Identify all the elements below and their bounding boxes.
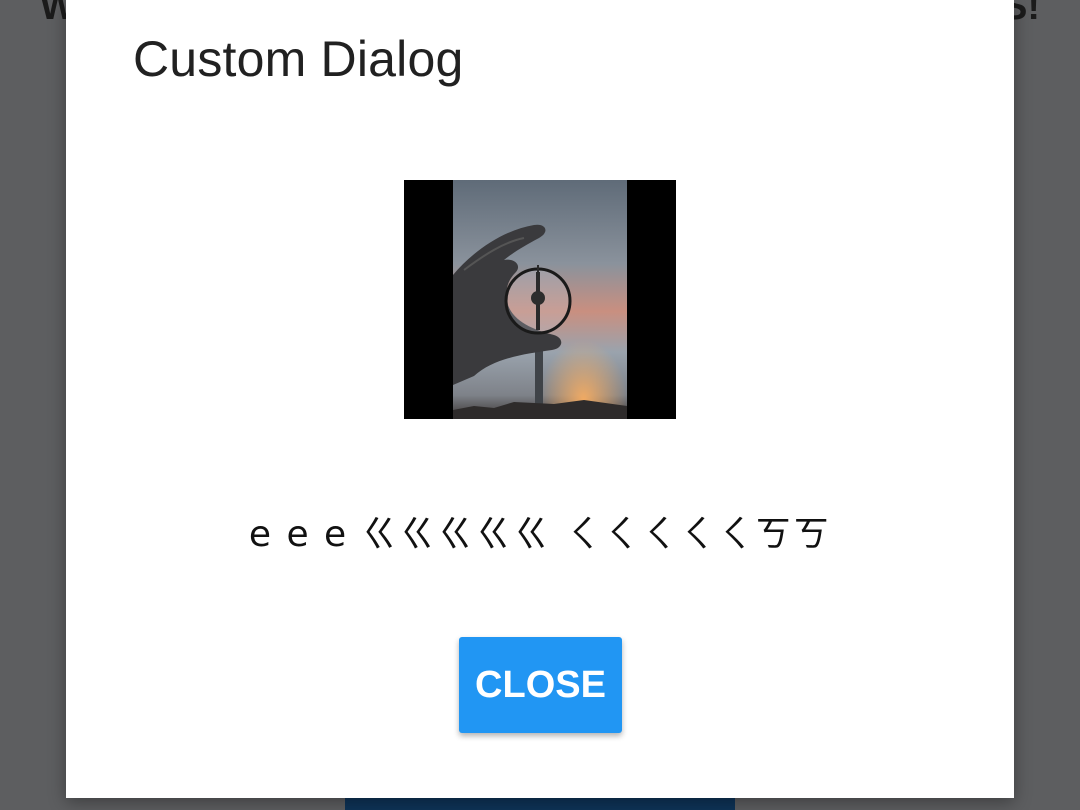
dialog-image: [404, 180, 676, 419]
app-screen: W S! Custom Dialog e e e ㄍㄍㄍㄍㄍ ㄑㄑㄑㄑㄑㄎㄎ C…: [0, 0, 1080, 810]
custom-dialog: Custom Dialog e e e ㄍㄍㄍㄍㄍ ㄑㄑㄑㄑㄑㄎㄎ CLOSE: [66, 0, 1014, 798]
dialog-message: e e e ㄍㄍㄍㄍㄍ ㄑㄑㄑㄑㄑㄎㄎ: [248, 514, 832, 555]
photo-hand-holding-lens-tv-tower-icon: [404, 180, 676, 419]
background-button: [345, 796, 735, 810]
close-button[interactable]: CLOSE: [459, 637, 622, 733]
dialog-title: Custom Dialog: [133, 31, 464, 87]
